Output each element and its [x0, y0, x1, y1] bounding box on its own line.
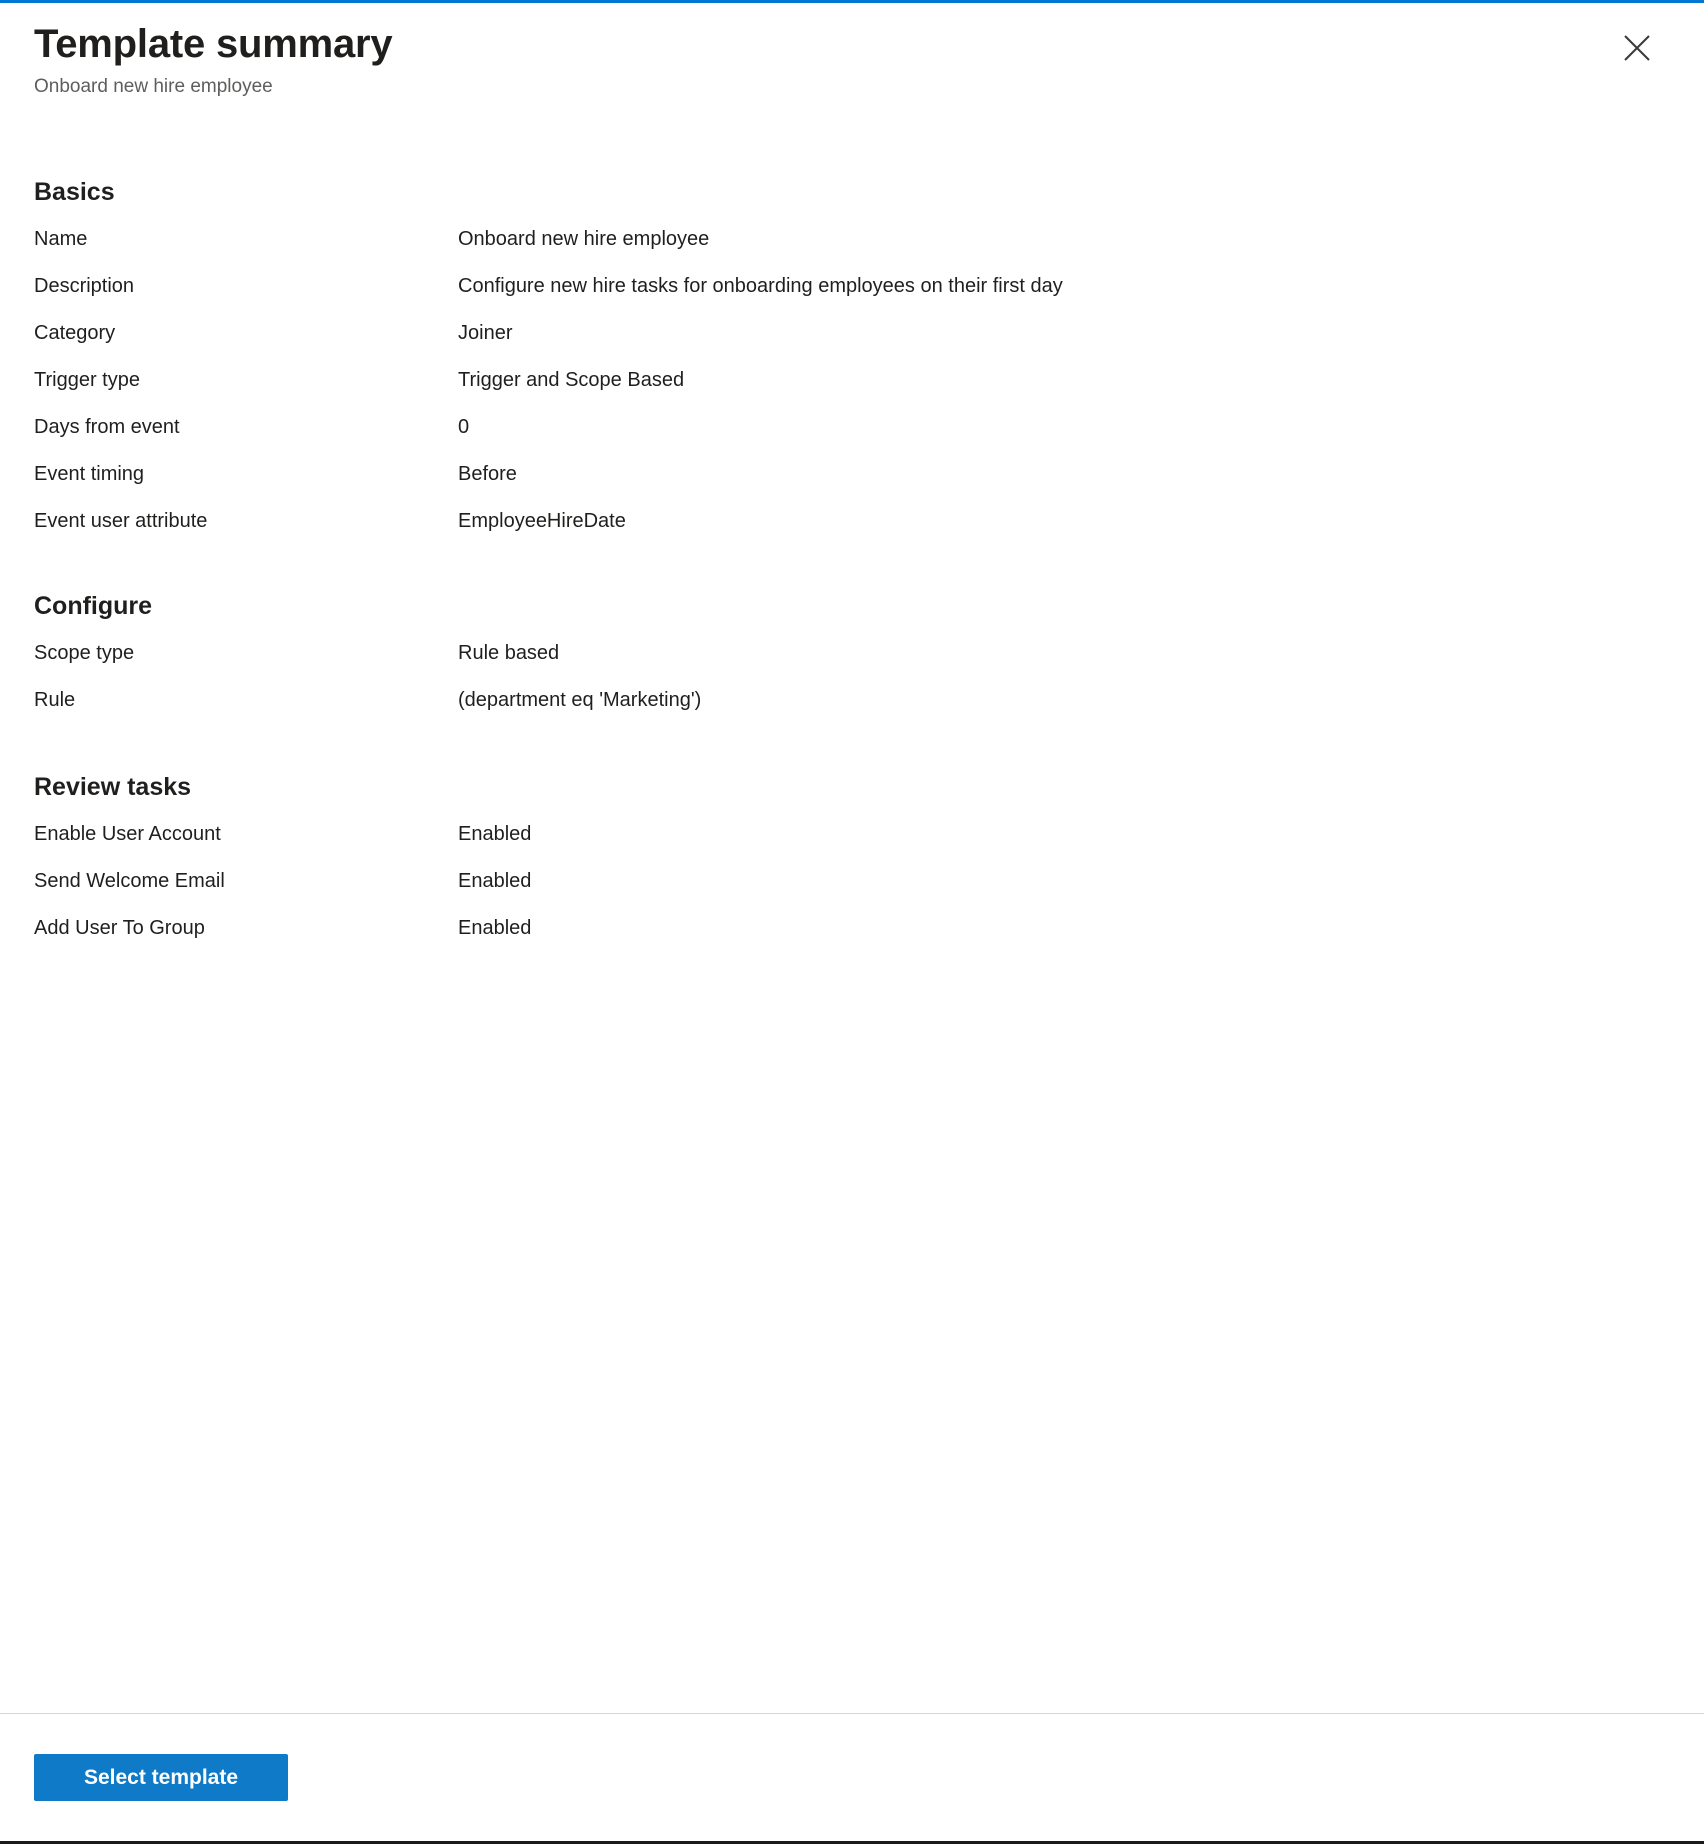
close-icon: [1623, 34, 1651, 62]
panel-header: Template summary Onboard new hire employ…: [0, 3, 1704, 99]
row-label-add-user-to-group: Add User To Group: [34, 916, 205, 939]
row-label-send-welcome-email: Send Welcome Email: [34, 869, 225, 892]
row-value-add-user-to-group: Enabled: [458, 916, 532, 939]
row-value-category: Joiner: [458, 321, 513, 344]
page-subtitle: Onboard new hire employee: [34, 76, 273, 97]
summary-row: Enable User Account Enabled: [34, 822, 1670, 850]
row-value-days-from-event: 0: [458, 415, 470, 438]
row-value-scope-type: Rule based: [458, 641, 560, 664]
summary-row: Name Onboard new hire employee: [34, 227, 1670, 255]
row-label-scope-type: Scope type: [34, 641, 135, 664]
panel-content: Basics Name Onboard new hire employee De…: [0, 99, 1704, 1713]
row-label-rule: Rule: [34, 688, 76, 711]
select-template-button[interactable]: Select template: [34, 1754, 288, 1801]
row-value-description: Configure new hire tasks for onboarding …: [458, 274, 1063, 297]
summary-row: Rule (department eq 'Marketing'): [34, 688, 1670, 716]
section-heading-review-tasks: Review tasks: [34, 772, 192, 801]
close-button[interactable]: [1614, 25, 1660, 71]
row-value-rule: (department eq 'Marketing'): [458, 688, 702, 711]
row-label-enable-user-account: Enable User Account: [34, 822, 221, 845]
section-heading-configure: Configure: [34, 591, 153, 620]
summary-row: Send Welcome Email Enabled: [34, 869, 1670, 897]
summary-row: Scope type Rule based: [34, 641, 1670, 669]
row-label-trigger-type: Trigger type: [34, 368, 140, 391]
summary-row: Trigger type Trigger and Scope Based: [34, 368, 1670, 396]
page-title: Template summary: [34, 22, 393, 66]
row-label-description: Description: [34, 274, 135, 297]
summary-row: Event user attribute EmployeeHireDate: [34, 509, 1670, 537]
section-heading-basics: Basics: [34, 177, 115, 206]
section-basics: Basics Name Onboard new hire employee De…: [34, 177, 1670, 537]
summary-row: Description Configure new hire tasks for…: [34, 274, 1670, 302]
summary-row: Add User To Group Enabled: [34, 916, 1670, 944]
row-value-event-timing: Before: [458, 462, 517, 485]
row-label-event-user-attribute: Event user attribute: [34, 509, 208, 532]
row-value-trigger-type: Trigger and Scope Based: [458, 368, 685, 391]
row-value-event-user-attribute: EmployeeHireDate: [458, 509, 626, 532]
section-review-tasks: Review tasks Enable User Account Enabled…: [34, 772, 1670, 944]
row-value-enable-user-account: Enabled: [458, 822, 532, 845]
summary-row: Days from event 0: [34, 415, 1670, 443]
summary-row: Category Joiner: [34, 321, 1670, 349]
summary-row: Event timing Before: [34, 462, 1670, 490]
row-label-event-timing: Event timing: [34, 462, 145, 485]
panel-footer: Select template: [0, 1713, 1704, 1841]
row-label-days-from-event: Days from event: [34, 415, 180, 438]
row-label-name: Name: [34, 227, 88, 250]
row-value-send-welcome-email: Enabled: [458, 869, 532, 892]
row-label-category: Category: [34, 321, 116, 344]
template-summary-panel: Template summary Onboard new hire employ…: [0, 0, 1704, 1844]
row-value-name: Onboard new hire employee: [458, 227, 710, 250]
section-configure: Configure Scope type Rule based Rule (de…: [34, 591, 1670, 716]
